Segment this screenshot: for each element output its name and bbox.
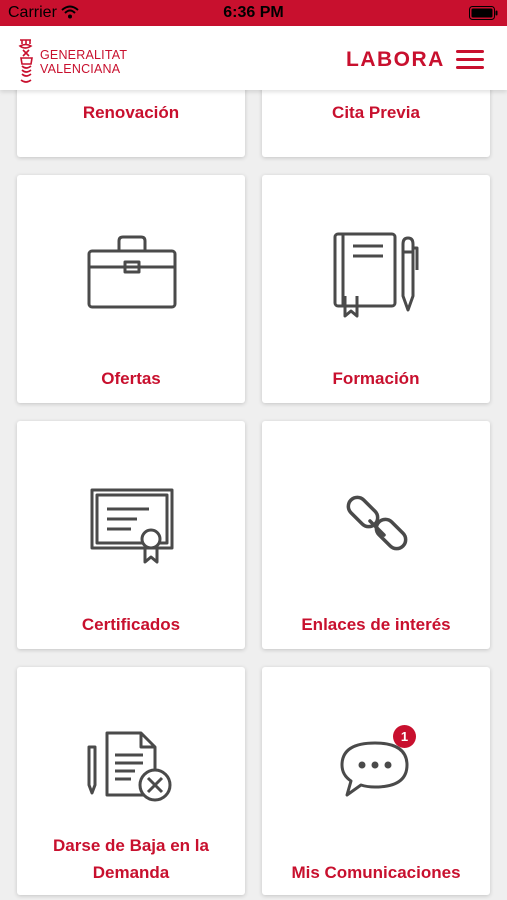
tile-mis-comunicaciones[interactable]: 1 Mis Comunicaciones <box>262 667 490 895</box>
generalitat-logo: GENERALITAT VALENCIANA <box>16 38 136 83</box>
tile-enlaces[interactable]: Enlaces de interés <box>262 421 490 649</box>
chat-bubble-icon <box>340 741 409 797</box>
logo-line1: GENERALITAT <box>40 48 128 62</box>
tile-label-line2: Demanda <box>92 863 170 882</box>
tile-label: Certificados <box>81 615 181 634</box>
generalitat-emblem-icon <box>18 39 33 83</box>
tile-label-line1: Darse de Baja en la <box>53 836 209 855</box>
tile-darse-de-baja[interactable]: Darse de Baja en la Demanda <box>17 667 245 895</box>
brand-title: LABORA <box>346 48 445 71</box>
menu-grid: Renovación Cita Previa Ofertas Formación… <box>0 90 507 900</box>
battery-icon <box>469 6 499 25</box>
hamburger-menu-icon[interactable] <box>456 50 486 72</box>
document-cancel-icon <box>87 731 172 802</box>
tile-ofertas[interactable]: Ofertas <box>17 175 245 403</box>
notebook-pencil-icon <box>333 232 419 318</box>
tile-label: Renovación <box>82 103 180 122</box>
tile-label: Enlaces de interés <box>301 615 451 634</box>
tile-cita-previa[interactable]: Cita Previa <box>262 90 490 157</box>
logo-line2: VALENCIANA <box>40 62 121 76</box>
briefcase-icon <box>87 235 177 309</box>
status-bar: Carrier 6:36 PM <box>0 0 507 26</box>
tile-label: Formación <box>332 369 420 388</box>
generalitat-wordmark: GENERALITAT VALENCIANA <box>40 48 127 76</box>
tile-label: Mis Comunicaciones <box>291 863 461 882</box>
certificate-icon <box>90 488 174 564</box>
tile-formacion[interactable]: Formación <box>262 175 490 403</box>
status-time: 6:36 PM <box>223 4 284 21</box>
app-header: GENERALITAT VALENCIANA LABORA <box>0 26 507 90</box>
tile-label: Ofertas <box>101 369 161 388</box>
link-icon <box>346 495 408 551</box>
tile-renovacion[interactable]: Renovación <box>17 90 245 157</box>
notification-badge: 1 <box>393 725 416 748</box>
tile-certificados[interactable]: Certificados <box>17 421 245 649</box>
tile-label: Cita Previa <box>332 103 420 122</box>
